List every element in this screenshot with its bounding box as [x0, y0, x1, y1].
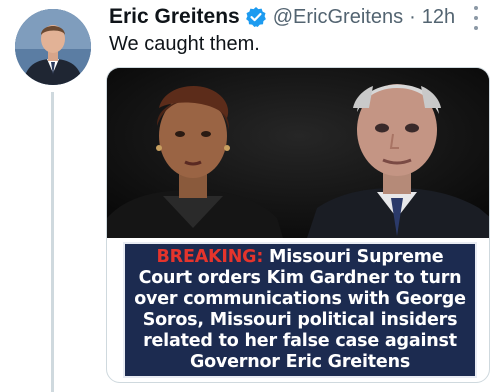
media-caption-box: BREAKING: Missouri Supreme Court orders … [123, 242, 477, 378]
tweet-timestamp[interactable]: 12h [422, 6, 455, 29]
thread-line [51, 92, 54, 392]
avatar-column [0, 0, 106, 392]
verified-badge-icon [245, 6, 267, 28]
header-separator: · [409, 5, 416, 28]
avatar[interactable] [15, 9, 91, 85]
more-options-icon[interactable] [466, 6, 486, 30]
tweet-text: We caught them. [109, 33, 260, 55]
breaking-label: BREAKING: [156, 247, 264, 267]
tweet-media[interactable]: BREAKING: Missouri Supreme Court orders … [106, 67, 490, 383]
media-caption: BREAKING: Missouri Supreme Court orders … [131, 247, 469, 373]
media-photo [107, 68, 489, 238]
author-handle[interactable]: @EricGreitens [273, 6, 403, 29]
avatar-photo [15, 9, 91, 85]
author-display-name[interactable]: Eric Greitens [109, 5, 240, 29]
tweet-header: Eric Greitens @EricGreitens · 12h [109, 2, 455, 32]
tweet-card[interactable]: Eric Greitens @EricGreitens · 12h We cau… [0, 0, 500, 392]
